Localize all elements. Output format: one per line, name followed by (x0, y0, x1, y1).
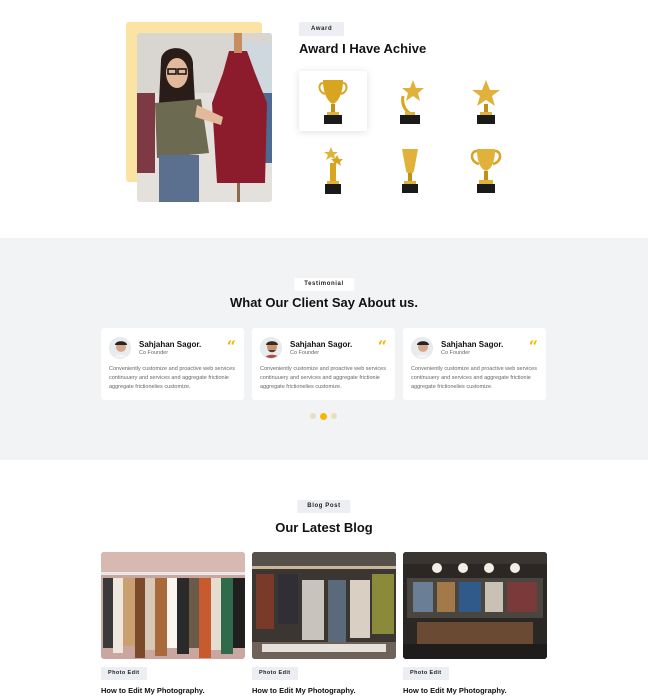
blog-category-tag[interactable]: Photo Edit (252, 667, 298, 680)
testimonial-text: Conveniently customize and proactive web… (109, 366, 235, 390)
blog-image[interactable] (403, 552, 547, 659)
blog-card[interactable]: Photo Edit How to Edit My Photography. (252, 552, 396, 695)
testimonial-card: Sahjahan Sagor. Co Founder “ Convenientl… (101, 328, 244, 400)
testimonial-title: What Our Client Say About us. (229, 295, 419, 310)
testimonial-name: Sahjahan Sagor. (441, 340, 504, 349)
testimonial-text: Conveniently customize and proactive web… (411, 366, 537, 390)
award-section: Award Award I Have Achive (0, 0, 648, 238)
blog-category-tag[interactable]: Photo Edit (403, 667, 449, 680)
testimonial-role: Co Founder (441, 350, 471, 356)
testimonial-name: Sahjahan Sagor. (290, 340, 353, 349)
quote-icon: “ (528, 337, 538, 356)
blog-section: Blog Post Our Latest Blog Photo Edit How… (0, 460, 648, 700)
award-photo (137, 33, 272, 202)
blog-title: Our Latest Blog (275, 520, 373, 535)
testimonial-tag: Testimonial (294, 278, 354, 291)
quote-icon: “ (377, 337, 387, 356)
trophy-item-6[interactable] (452, 140, 520, 200)
avatar (109, 337, 131, 359)
testimonial-section: Testimonial What Our Client Say About us… (0, 238, 648, 460)
blog-image[interactable] (252, 552, 396, 659)
trophy-item-5[interactable] (376, 140, 444, 200)
award-image-wrap (126, 22, 272, 202)
avatar (260, 337, 282, 359)
avatar (411, 337, 433, 359)
testimonial-card: Sahjahan Sagor. Co Founder “ Convenientl… (403, 328, 546, 400)
tall-cup-trophy-icon (402, 149, 418, 193)
quote-icon: “ (226, 337, 236, 356)
carousel-dot-2[interactable] (320, 412, 327, 420)
testimonial-role: Co Founder (290, 350, 320, 356)
blog-post-title[interactable]: How to Edit My Photography. (403, 686, 507, 695)
award-title: Award I Have Achive (299, 41, 427, 56)
handled-cup-trophy-icon (470, 149, 502, 193)
testimonial-card: Sahjahan Sagor. Co Founder “ Convenientl… (252, 328, 395, 400)
blog-post-title[interactable]: How to Edit My Photography. (252, 686, 356, 695)
trophy-item-4[interactable] (299, 140, 367, 200)
award-tag: Award (299, 22, 345, 36)
blog-card[interactable]: Photo Edit How to Edit My Photography. (101, 552, 245, 695)
blog-tag: Blog Post (297, 500, 351, 513)
blog-category-tag[interactable]: Photo Edit (101, 667, 147, 680)
blog-card[interactable]: Photo Edit How to Edit My Photography. (403, 552, 547, 695)
cup-trophy-icon (318, 80, 348, 124)
star-swirl-trophy-icon (400, 80, 424, 124)
star-trophy-icon (472, 80, 500, 124)
carousel-dot-3[interactable] (331, 413, 337, 419)
trophy-item-2[interactable] (376, 71, 444, 131)
testimonial-name: Sahjahan Sagor. (139, 340, 202, 349)
blog-post-title[interactable]: How to Edit My Photography. (101, 686, 205, 695)
testimonial-role: Co Founder (139, 350, 169, 356)
trophy-item-3[interactable] (452, 71, 520, 131)
testimonial-text: Conveniently customize and proactive web… (260, 366, 386, 390)
blog-image[interactable] (101, 552, 245, 659)
double-star-trophy-icon (324, 147, 343, 194)
carousel-dot-1[interactable] (310, 413, 316, 419)
trophy-item-1[interactable] (299, 71, 367, 131)
